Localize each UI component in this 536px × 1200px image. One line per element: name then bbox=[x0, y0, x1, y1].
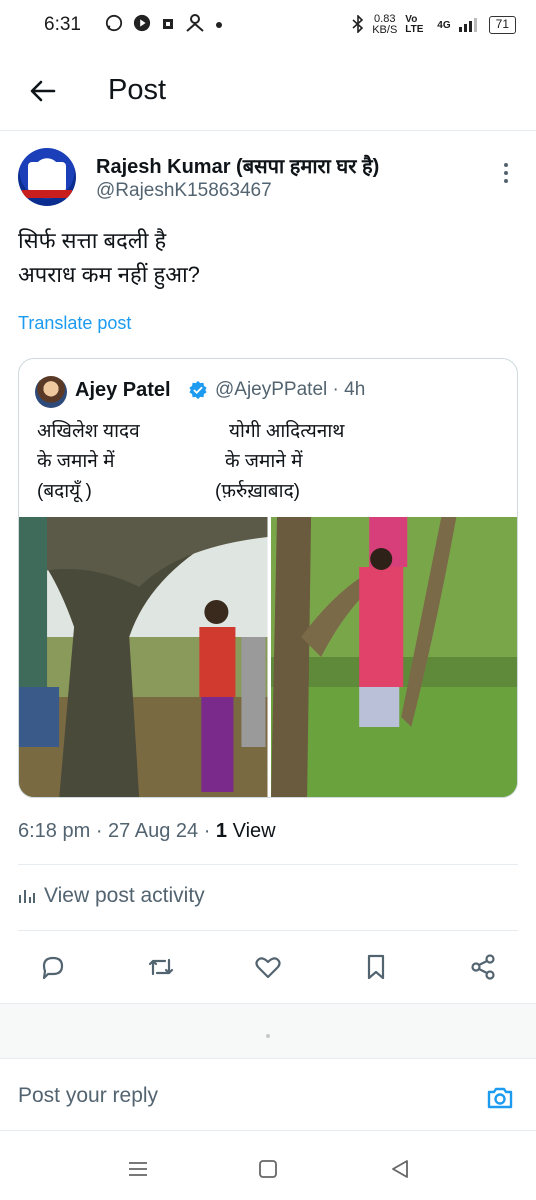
meta-separator: · bbox=[332, 379, 345, 400]
reply-divider bbox=[0, 1130, 536, 1131]
post-text: सिर्फ सत्ता बदली है अपराध कम नहीं हुआ? bbox=[18, 224, 200, 292]
quoted-caption-left: अखिलेश यादव के जमाने में (बदायूँ ) bbox=[37, 417, 140, 507]
post-timestamp: 6:18 pm · 27 Aug 24 · 1 View bbox=[18, 820, 276, 843]
post-actions-bar bbox=[0, 944, 536, 992]
avatar-emblem bbox=[28, 162, 66, 192]
system-indicators: 0.83 KB/S Vo LTE 4G 71 bbox=[352, 14, 516, 36]
quoted-caption-right: योगी आदित्यनाथ के जमाने में (फ़र्रुख़ाबा… bbox=[215, 417, 344, 507]
status-bar: 6:31 0.83 KB/S Vo LTE 4G 71 bbox=[0, 0, 536, 50]
home-button[interactable] bbox=[256, 1157, 280, 1181]
timestamp-divider bbox=[18, 864, 518, 865]
camera-button[interactable] bbox=[484, 1082, 516, 1114]
avatar-band bbox=[22, 190, 72, 198]
repost-icon bbox=[148, 958, 174, 976]
caption-line: (बदायूँ ) bbox=[37, 481, 92, 502]
author-handle[interactable]: @RajeshK15863467 bbox=[96, 180, 272, 202]
back-button[interactable] bbox=[28, 76, 58, 106]
caption-line: के जमाने में bbox=[37, 451, 115, 472]
system-navigation-bar bbox=[0, 1140, 536, 1200]
bookmark-button[interactable] bbox=[361, 952, 391, 982]
conversation-separator bbox=[0, 1003, 536, 1059]
network-speed: 0.83 KB/S bbox=[372, 14, 397, 36]
photo-scene-right bbox=[270, 517, 517, 797]
verified-badge-icon bbox=[189, 380, 207, 400]
bookmark-icon bbox=[367, 954, 385, 980]
post-text-line: अपराध कम नहीं हुआ? bbox=[18, 262, 200, 287]
network-type: 4G bbox=[437, 19, 451, 31]
recent-apps-button[interactable] bbox=[126, 1157, 150, 1181]
author-avatar[interactable] bbox=[18, 148, 76, 206]
top-app-bar: Post bbox=[0, 60, 536, 124]
photo-scene-left bbox=[19, 517, 268, 797]
app-notification-icon bbox=[161, 15, 175, 36]
author-name[interactable]: Rajesh Kumar (बसपा हमारा घर है) bbox=[96, 152, 379, 179]
quoted-meta: @AjeyPPatel · 4h bbox=[215, 379, 365, 401]
whatsapp-icon bbox=[105, 14, 123, 37]
youtube-icon bbox=[133, 14, 151, 37]
translate-post-link[interactable]: Translate post bbox=[18, 313, 131, 334]
activity-divider bbox=[18, 930, 518, 931]
post-date: 27 Aug 24 bbox=[108, 820, 199, 842]
reply-input[interactable]: Post your reply bbox=[18, 1084, 158, 1108]
caption-line: योगी आदित्यनाथ bbox=[229, 421, 345, 442]
person-icon bbox=[185, 13, 205, 37]
signal-icon bbox=[458, 16, 481, 35]
reply-button[interactable] bbox=[38, 952, 68, 982]
like-icon bbox=[255, 957, 281, 979]
share-icon bbox=[471, 954, 495, 980]
meta-separator: · bbox=[95, 820, 109, 842]
quoted-author-name: Ajey Patel bbox=[75, 379, 171, 401]
back-nav-icon bbox=[392, 1160, 408, 1178]
more-vertical-icon bbox=[504, 163, 508, 183]
bluetooth-icon bbox=[352, 13, 364, 36]
back-arrow-icon bbox=[30, 80, 56, 102]
caption-line: के जमाने में bbox=[225, 451, 303, 472]
quoted-post[interactable]: Ajey Patel @AjeyPPatel · 4h अखिलेश यादव … bbox=[18, 358, 518, 798]
reply-icon bbox=[42, 956, 64, 980]
quoted-author-handle: @AjeyPPatel bbox=[215, 379, 328, 400]
meta-separator: · bbox=[203, 820, 216, 842]
post-text-line: सिर्फ सत्ता बदली है bbox=[18, 228, 167, 253]
view-post-activity-link[interactable]: View post activity bbox=[18, 884, 205, 908]
quoted-post-age: 4h bbox=[344, 379, 366, 400]
loading-dot bbox=[266, 1034, 270, 1038]
repost-button[interactable] bbox=[146, 952, 176, 982]
header-divider bbox=[0, 130, 536, 131]
quoted-author-avatar bbox=[35, 376, 67, 408]
view-post-activity-label: View post activity bbox=[44, 884, 205, 907]
quoted-photo-right[interactable] bbox=[270, 517, 517, 797]
quoted-media bbox=[19, 517, 517, 797]
views-label: View bbox=[232, 820, 276, 842]
caption-line: अखिलेश यादव bbox=[37, 421, 140, 442]
battery-indicator: 71 bbox=[488, 16, 516, 34]
recent-apps-icon bbox=[129, 1162, 147, 1176]
more-options-button[interactable] bbox=[498, 160, 514, 186]
analytics-icon bbox=[19, 890, 35, 903]
home-icon bbox=[259, 1160, 277, 1178]
post-time: 6:18 pm bbox=[18, 820, 91, 842]
status-time: 6:31 bbox=[44, 14, 81, 35]
volte-label: Vo LTE bbox=[405, 14, 424, 35]
page-title: Post bbox=[108, 74, 167, 106]
dot-icon bbox=[215, 16, 223, 34]
caption-line: (फ़र्रुख़ाबाद) bbox=[215, 481, 300, 502]
back-nav-button[interactable] bbox=[388, 1157, 412, 1181]
like-button[interactable] bbox=[253, 952, 283, 982]
views-count: 1 bbox=[215, 820, 228, 842]
share-button[interactable] bbox=[468, 952, 498, 982]
network-speed-unit: KB/S bbox=[372, 24, 398, 36]
camera-icon bbox=[487, 1087, 513, 1109]
notification-icons bbox=[105, 13, 223, 37]
quoted-photo-left[interactable] bbox=[19, 517, 268, 797]
